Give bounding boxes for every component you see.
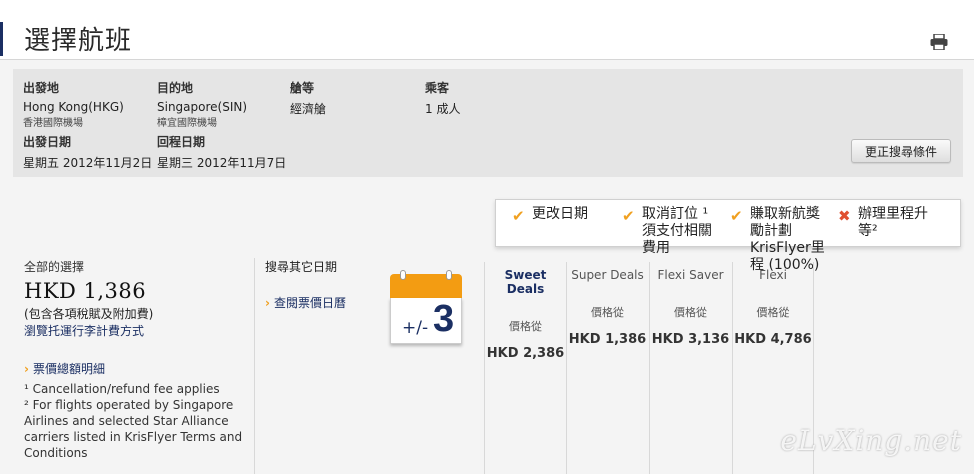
return-date-label: 回程日期 <box>157 135 206 149</box>
fare-from-label: 價格從 <box>756 306 790 319</box>
fare-from-label: 價格從 <box>674 306 707 319</box>
depart-date-label: 出發日期 <box>23 135 72 149</box>
destination-label: 目的地 <box>157 81 194 95</box>
fare-column-flexi-saver[interactable]: Flexi Saver 價格從 HKD 3,136 <box>649 262 731 474</box>
search-summary: 出發地 Hong Kong(HKG) 香港國際機場 目的地 Singapore(… <box>13 69 963 177</box>
origin-value: Hong Kong(HKG) <box>23 100 124 114</box>
passengers-value: 1 成人 <box>425 102 461 116</box>
feature-text: 更改日期 <box>532 206 588 222</box>
feature-text: 取消訂位 ¹ 須支付相關費用 <box>642 206 712 256</box>
depart-date-value: 星期五 2012年11月2日 <box>23 156 153 170</box>
feature-cancel: ✔ 取消訂位 ¹ 須支付相關費用 <box>622 206 722 257</box>
cabin-field: 艙等 經濟艙 <box>290 79 326 117</box>
fare-from-label: 價格從 <box>591 306 624 319</box>
depart-date-field: 出發日期 星期五 2012年11月2日 <box>23 133 152 171</box>
fare-name: Super Deals <box>571 268 644 282</box>
cross-icon: ✖ <box>838 207 851 225</box>
feature-upgrade: ✖ 辦理里程升等² <box>838 206 938 240</box>
destination-value: Singapore(SIN) <box>157 100 248 114</box>
footnotes: ¹ Cancellation/refund fee applies ² For … <box>24 381 249 461</box>
calendar-prefix: +/- <box>402 318 429 338</box>
fare-calendar-label: 查閱票價日曆 <box>273 296 346 310</box>
fare-amount: HKD 1,386 <box>568 332 647 347</box>
total-label: 全部的選擇 <box>24 260 85 274</box>
fare-breakdown-label: 票價總額明細 <box>32 362 105 376</box>
total-price: HKD 1,386 <box>24 279 147 303</box>
destination-field: 目的地 Singapore(SIN) 樟宜國際機場 <box>157 79 247 129</box>
plus-minus-3-days-calendar-icon[interactable]: +/- 3 <box>390 270 462 346</box>
passengers-label: 乘客 <box>425 81 450 95</box>
fare-column-super-deals[interactable]: Super Deals 價格從 HKD 1,386 <box>566 262 648 474</box>
fare-from-label: 價格從 <box>509 320 542 333</box>
feature-change-date: ✔ 更改日期 <box>512 206 612 225</box>
footnote-2: ² For flights operated by Singapore Airl… <box>24 398 243 460</box>
origin-label: 出發地 <box>23 81 60 95</box>
fare-name: Flexi <box>759 268 787 282</box>
footnote-1: ¹ Cancellation/refund fee applies <box>24 382 220 396</box>
origin-airport: 香港國際機場 <box>23 118 83 129</box>
cabin-label: 艙等 <box>290 81 315 95</box>
calendar-ring <box>446 270 452 280</box>
fare-breakdown-link[interactable]: › 票價總額明細 <box>24 360 105 377</box>
fare-amount: HKD 2,386 <box>486 346 565 361</box>
feature-text: 辦理里程升等² <box>858 206 928 239</box>
calendar-ring <box>400 270 406 280</box>
fare-amount: HKD 3,136 <box>651 332 730 347</box>
fare-amount: HKD 4,786 <box>734 332 812 347</box>
baggage-fee-link[interactable]: 瀏覽托運行李計費方式 <box>24 322 153 339</box>
cabin-value: 經濟艙 <box>290 102 327 116</box>
fare-name: Flexi Saver <box>657 268 724 282</box>
return-date-value: 星期三 2012年11月7日 <box>157 156 287 170</box>
chevron-right-icon: › <box>265 296 270 310</box>
total-price-block: 全部的選擇 HKD 1,386 (包含各項稅賦及附加費) 瀏覽托運行李計費方式 <box>24 258 153 339</box>
divider <box>254 258 255 474</box>
modify-search-button[interactable]: 更正搜尋條件 <box>851 139 951 163</box>
fare-features-tooltip: ✔ 更改日期 ✔ 取消訂位 ¹ 須支付相關費用 ✔ 賺取新航獎勵計劃 KrisF… <box>495 199 961 273</box>
print-icon[interactable] <box>930 34 948 50</box>
page-header: 選擇航班 <box>0 0 974 60</box>
destination-airport: 樟宜國際機場 <box>157 118 217 129</box>
return-date-field: 回程日期 星期三 2012年11月7日 <box>157 133 286 171</box>
total-note: (包含各項稅賦及附加費) <box>24 307 154 321</box>
alt-dates-label: 搜尋其它日期 <box>265 260 338 274</box>
check-icon: ✔ <box>622 207 635 225</box>
fare-calendar-link[interactable]: › 查閱票價日曆 <box>265 294 346 311</box>
fare-name: Sweet Deals <box>504 268 547 296</box>
site-watermark: eLvXing.net <box>780 424 962 457</box>
origin-field: 出發地 Hong Kong(HKG) 香港國際機場 <box>23 79 124 129</box>
page: 選擇航班 出發地 Hong Kong(HKG) 香港國際機場 目的地 Singa… <box>0 0 974 474</box>
check-icon: ✔ <box>730 207 743 225</box>
chevron-right-icon: › <box>24 362 29 376</box>
fare-column-sweet-deals[interactable]: Sweet Deals 價格從 HKD 2,386 <box>484 262 566 474</box>
passengers-field: 乘客 1 成人 <box>425 79 460 117</box>
page-title: 選擇航班 <box>24 26 133 56</box>
check-icon: ✔ <box>512 207 525 225</box>
calendar-days: 3 <box>433 298 455 340</box>
header-accent-bar <box>0 22 3 56</box>
